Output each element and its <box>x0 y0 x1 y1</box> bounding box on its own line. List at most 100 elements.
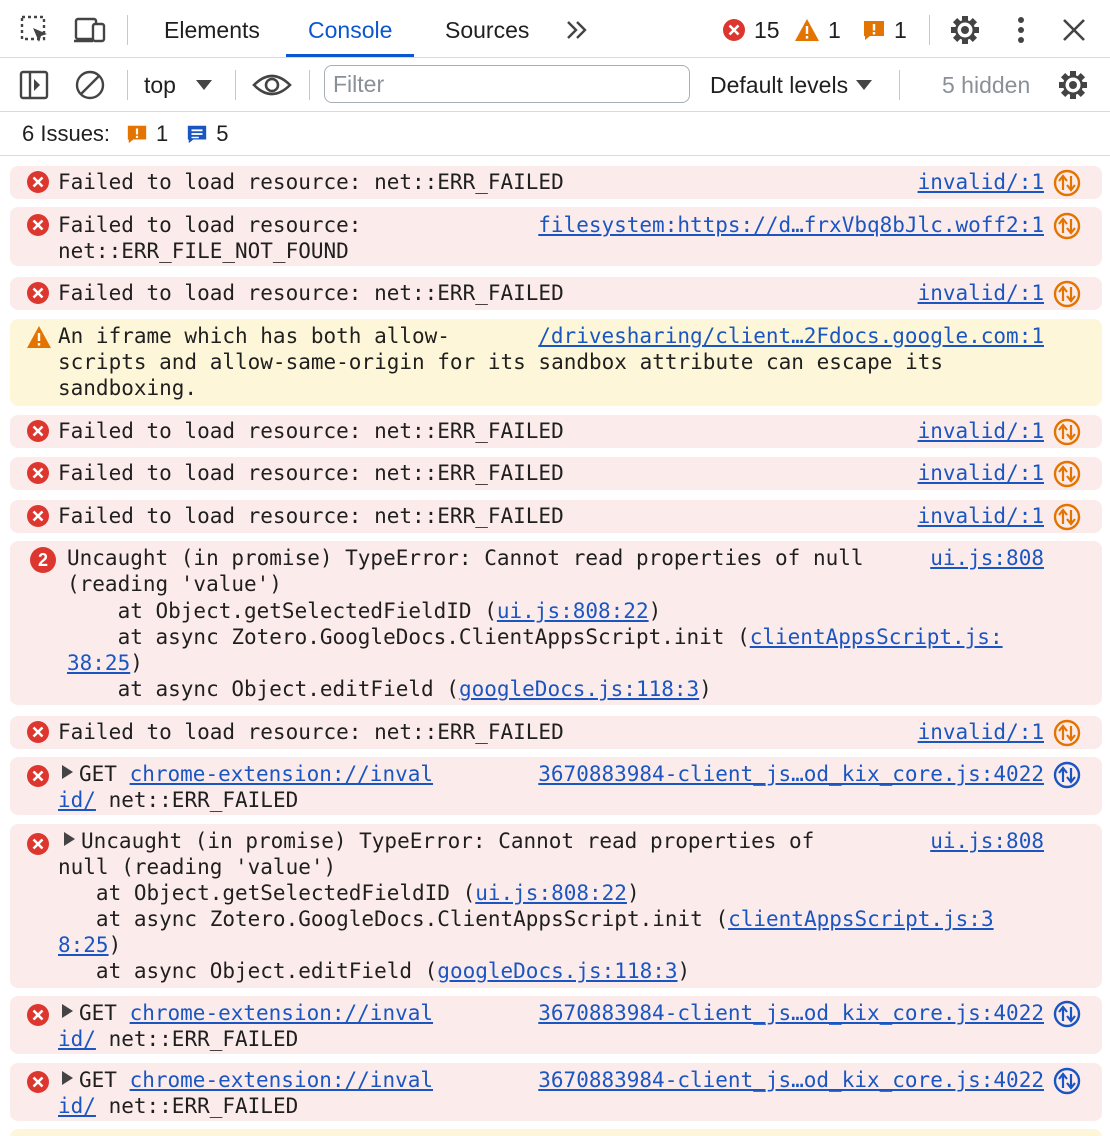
error-counter[interactable]: 15 <box>722 14 780 46</box>
request-url-link[interactable]: id/ <box>58 788 96 812</box>
message-text: Failed to load resource: net::ERR_FAILED <box>58 281 564 305</box>
source-link[interactable]: invalid/:1 <box>918 280 1044 306</box>
error-icon <box>27 1004 49 1026</box>
request-initiator-icon[interactable] <box>1052 1066 1082 1096</box>
stack-link[interactable]: ui.js:808:22 <box>475 881 627 905</box>
issue-icon <box>864 21 884 40</box>
network-request-icon[interactable] <box>1052 459 1082 489</box>
request-url-link[interactable]: id/ <box>58 1027 96 1051</box>
source-link[interactable]: 3670883984-client_js…od_kix_core.js:4022 <box>538 1067 1044 1093</box>
stack-link[interactable]: googleDocs.js:118:3 <box>437 959 677 983</box>
source-link[interactable]: invalid/:1 <box>918 503 1044 529</box>
message-text: sandboxing. <box>58 376 198 400</box>
error-icon <box>27 171 49 193</box>
stack-frame: at Object.getSelectedFieldID (ui.js:808:… <box>58 881 640 905</box>
warning-icon <box>27 326 51 348</box>
console-error-message[interactable]: Failed to load resource: net::ERR_FAILED… <box>10 716 1102 749</box>
stack-link[interactable]: googleDocs.js:118:3 <box>459 677 699 701</box>
live-expression-eye-icon[interactable] <box>252 69 292 101</box>
stack-link[interactable]: 8:25 <box>58 933 109 957</box>
console-error-message[interactable]: GET chrome-extension://inval id/ net::ER… <box>10 1063 1102 1121</box>
source-link[interactable]: invalid/:1 <box>918 169 1044 195</box>
source-link[interactable]: filesystem:https://d…frxVbq8bJlc.woff2:1 <box>538 212 1044 238</box>
device-toolbar-icon[interactable] <box>73 13 107 47</box>
source-link[interactable]: ui.js:808 <box>930 828 1044 854</box>
stack-frame: at async Zotero.GoogleDocs.ClientAppsScr… <box>58 907 994 931</box>
message-text: null (reading 'value') <box>58 855 337 879</box>
tab-elements[interactable]: Elements <box>142 0 282 57</box>
dropdown-arrow-icon <box>856 80 873 90</box>
source-link[interactable]: /drivesharing/client…2Fdocs.google.com:1 <box>538 323 1044 349</box>
stack-link[interactable]: 38:25 <box>67 651 130 675</box>
close-icon[interactable] <box>1057 13 1091 47</box>
console-error-message[interactable]: Failed to load resource: net::ERR_FILE_N… <box>10 207 1102 266</box>
context-selector[interactable]: top <box>144 70 212 100</box>
console-error-message[interactable]: Failed to load resource: net::ERR_FAILED… <box>10 277 1102 310</box>
stack-link[interactable]: ui.js:808:22 <box>497 599 649 623</box>
request-url-link[interactable]: chrome-extension://inval <box>130 1068 433 1092</box>
expand-triangle-icon[interactable] <box>62 765 73 779</box>
request-url-link[interactable]: chrome-extension://inval <box>130 762 433 786</box>
filter-input[interactable] <box>324 65 690 103</box>
source-link[interactable]: 3670883984-client_js…od_kix_core.js:4022 <box>538 1000 1044 1026</box>
console-error-message[interactable]: GET chrome-extension://inval id/ net::ER… <box>10 757 1102 815</box>
expand-triangle-icon[interactable] <box>62 1071 73 1085</box>
network-request-line: GET chrome-extension://inval <box>58 1067 433 1093</box>
request-initiator-icon[interactable] <box>1052 760 1082 790</box>
message-text: scripts and allow-same-origin for its sa… <box>58 350 944 374</box>
expand-triangle-icon[interactable] <box>64 832 75 846</box>
stack-link[interactable]: clientAppsScript.js: <box>750 625 1003 649</box>
expand-triangle-icon[interactable] <box>62 1004 73 1018</box>
source-link[interactable]: ui.js:808 <box>930 545 1044 571</box>
error-count: 15 <box>754 16 780 43</box>
issues-counter[interactable]: 1 <box>862 14 907 46</box>
network-request-icon[interactable] <box>1052 417 1082 447</box>
console-error-message[interactable]: Failed to load resource: net::ERR_FAILED… <box>10 500 1102 533</box>
error-icon <box>27 833 49 855</box>
issues-bar[interactable]: 6 Issues: 1 5 <box>0 112 1110 156</box>
console-error-message[interactable]: Failed to load resource: net::ERR_FAILED… <box>10 457 1102 490</box>
log-levels-dropdown[interactable]: Default levels <box>710 70 873 100</box>
console-error-message[interactable]: Failed to load resource: net::ERR_FAILED… <box>10 166 1102 199</box>
error-icon <box>27 282 49 304</box>
warning-counter[interactable]: 1 <box>794 14 841 46</box>
sidebar-toggle-icon[interactable] <box>18 69 50 101</box>
network-request-icon[interactable] <box>1052 211 1082 241</box>
settings-gear-icon[interactable] <box>948 13 982 47</box>
source-link[interactable]: invalid/:1 <box>918 460 1044 486</box>
console-error-message[interactable]: 2 Uncaught (in promise) TypeError: Canno… <box>10 541 1102 705</box>
more-tabs-icon[interactable] <box>560 13 594 47</box>
source-link[interactable]: 3670883984-client_js…od_kix_core.js:4022 <box>538 761 1044 787</box>
console-error-message[interactable]: Uncaught (in promise) TypeError: Cannot … <box>10 824 1102 988</box>
stack-frame: 8:25) <box>58 933 122 957</box>
request-initiator-icon[interactable] <box>1052 999 1082 1029</box>
request-url-link[interactable]: id/ <box>58 1094 96 1118</box>
source-link[interactable]: invalid/:1 <box>918 418 1044 444</box>
message-text: Failed to load resource: net::ERR_FAILED <box>58 504 564 528</box>
clear-console-icon[interactable] <box>74 69 106 101</box>
console-warning-message[interactable] <box>10 1129 1102 1136</box>
source-link[interactable]: invalid/:1 <box>918 719 1044 745</box>
console-warning-message[interactable]: An iframe which has both allow- scripts … <box>10 319 1102 406</box>
console-settings-gear-icon[interactable] <box>1057 69 1089 101</box>
message-text: Failed to load resource: net::ERR_FAILED <box>58 720 564 744</box>
network-request-icon[interactable] <box>1052 718 1082 748</box>
log-levels-label: Default levels <box>710 71 849 98</box>
stack-link[interactable]: clientAppsScript.js:3 <box>728 907 994 931</box>
message-text: Failed to load resource: net::ERR_FAILED <box>58 170 564 194</box>
inspect-element-icon[interactable] <box>18 13 52 47</box>
stack-frame: at async Object.editField (googleDocs.js… <box>58 959 691 983</box>
stack-frame: 38:25) <box>67 651 143 675</box>
console-error-message[interactable]: Failed to load resource: net::ERR_FAILED… <box>10 415 1102 448</box>
console-error-message[interactable]: GET chrome-extension://inval id/ net::ER… <box>10 996 1102 1054</box>
stack-frame: at async Zotero.GoogleDocs.ClientAppsScr… <box>67 625 1003 649</box>
network-request-icon[interactable] <box>1052 168 1082 198</box>
message-text: Uncaught (in promise) TypeError: Cannot … <box>58 828 814 854</box>
tab-console[interactable]: Console <box>286 0 415 57</box>
request-url-link[interactable]: chrome-extension://inval <box>130 1001 433 1025</box>
network-request-line: id/ net::ERR_FAILED <box>58 788 299 812</box>
more-options-icon[interactable] <box>1004 13 1038 47</box>
network-request-icon[interactable] <box>1052 502 1082 532</box>
tab-sources[interactable]: Sources <box>423 0 551 57</box>
network-request-icon[interactable] <box>1052 279 1082 309</box>
